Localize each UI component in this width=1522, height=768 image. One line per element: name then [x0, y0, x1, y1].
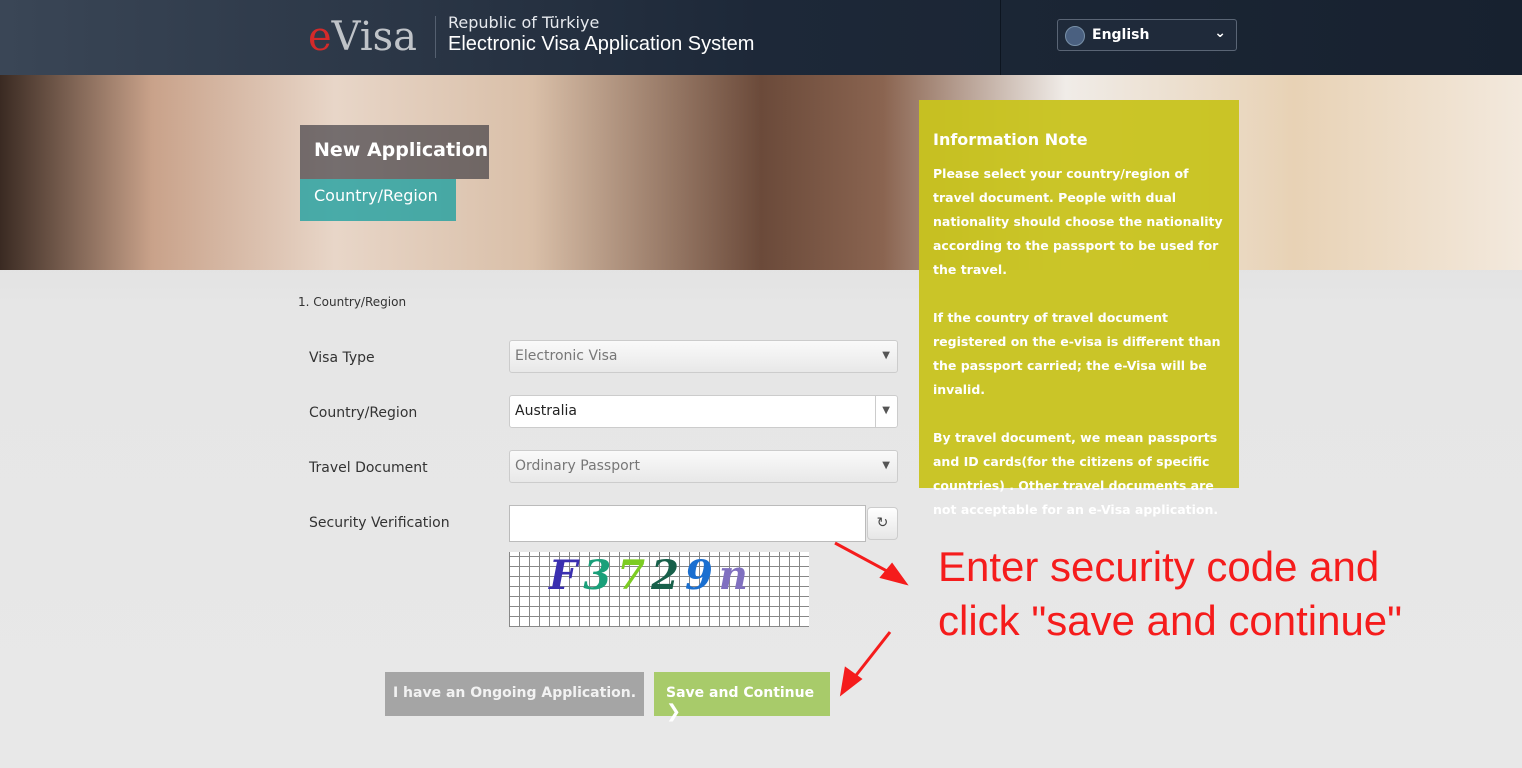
republic-text: Republic of Türkiye — [448, 13, 600, 32]
divider — [435, 16, 436, 58]
information-note: Information Note Please select your coun… — [919, 100, 1239, 517]
visa-type-select[interactable]: Electronic Visa ▼ — [509, 340, 898, 373]
save-label: Save and Continue — [666, 685, 815, 701]
info-paragraph: Please select your country/region of tra… — [933, 166, 1223, 277]
language-value: English — [1092, 27, 1150, 43]
travel-document-label: Travel Document — [309, 460, 428, 476]
globe-icon — [1065, 26, 1085, 46]
logo-e: e — [308, 14, 332, 60]
security-code-input[interactable] — [509, 505, 866, 542]
info-title: Information Note — [933, 130, 1088, 149]
chevron-right-icon: ❯ — [666, 701, 682, 722]
info-paragraph: If the country of travel document regist… — [933, 310, 1221, 397]
logo-visa: Visa — [331, 14, 418, 60]
visa-type-label: Visa Type — [309, 350, 375, 366]
country-select[interactable]: Australia ▼ — [509, 395, 898, 428]
step-label: 1. Country/Region — [298, 295, 407, 309]
divider — [1000, 0, 1001, 75]
annotation-text: Enter security code and click "save and c… — [938, 540, 1402, 648]
ongoing-application-button[interactable]: I have an Ongoing Application. — [385, 672, 644, 716]
dropdown-arrow-icon: ▼ — [882, 460, 890, 471]
language-select[interactable]: English ⌄ — [1057, 19, 1237, 51]
system-title: Electronic Visa Application System — [448, 33, 755, 55]
save-and-continue-button[interactable]: Save and Continue ❯ — [654, 672, 830, 722]
header: eVisa Republic of Türkiye Electronic Vis… — [0, 0, 1522, 75]
annotation-arrows — [834, 541, 909, 697]
captcha-image: F3729n — [509, 552, 809, 627]
evisa-logo[interactable]: eVisa — [308, 14, 417, 60]
country-label: Country/Region — [309, 405, 418, 421]
page-title: New Application — [300, 125, 489, 179]
annotation-line: click "save and continue" — [938, 597, 1403, 644]
visa-type-value: Electronic Visa — [515, 348, 618, 364]
refresh-icon: ↻ — [876, 515, 889, 531]
annotation-line: Enter security code and — [938, 543, 1380, 590]
country-value: Australia — [515, 403, 577, 419]
security-label: Security Verification — [309, 515, 450, 531]
dropdown-arrow-icon: ▼ — [882, 405, 890, 416]
travel-document-select[interactable]: Ordinary Passport ▼ — [509, 450, 898, 483]
travel-document-value: Ordinary Passport — [515, 458, 640, 474]
banner-image — [0, 75, 1522, 270]
dropdown-arrow-icon: ▼ — [882, 350, 890, 361]
chevron-down-icon: ⌄ — [1214, 25, 1226, 41]
tab-country-region: Country/Region — [300, 179, 456, 221]
arrowhead — [879, 562, 909, 586]
info-paragraph: By travel document, we mean passports an… — [933, 430, 1219, 517]
